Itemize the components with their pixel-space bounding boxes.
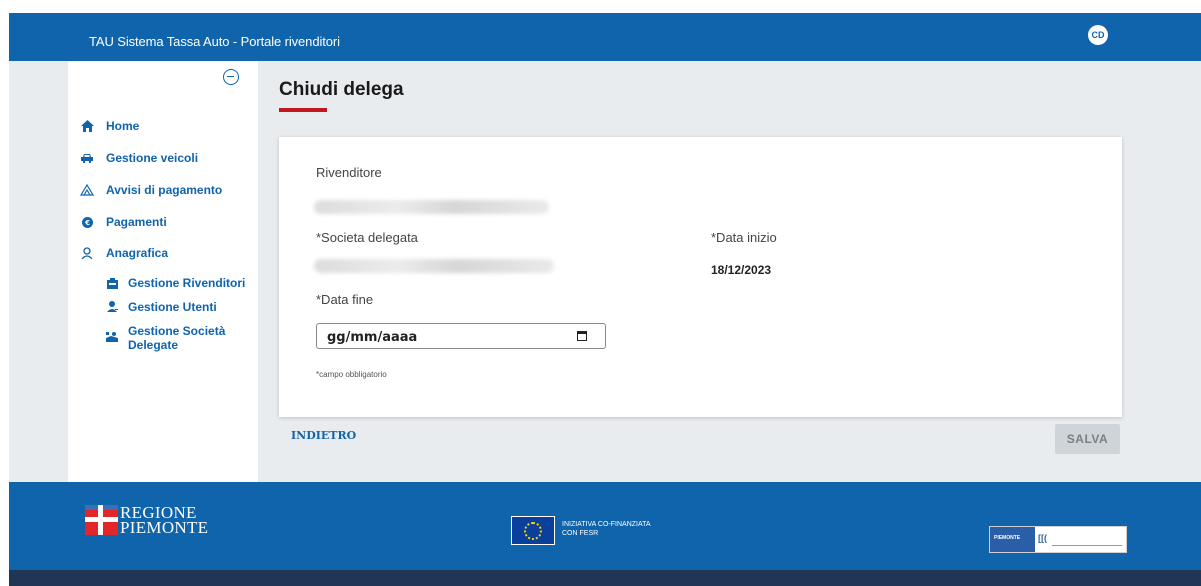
rivenditore-label: Rivenditore — [316, 165, 382, 180]
sidebar-item-anagrafica[interactable]: Anagrafica — [80, 246, 168, 260]
app-frame: TAU Sistema Tassa Auto - Portale rivendi… — [9, 13, 1201, 586]
rivenditore-value-redacted — [314, 200, 549, 214]
sidebar-item-label: Gestione veicoli — [106, 151, 199, 165]
societa-delegata-value-redacted — [314, 259, 554, 273]
footer: REGIONE PIEMONTE INIZIATIVA CO-FINANZIAT… — [9, 482, 1201, 570]
top-bar: TAU Sistema Tassa Auto - Portale rivendi… — [9, 13, 1201, 61]
regione-piemonte-logo: REGIONE PIEMONTE — [85, 504, 209, 537]
home-icon — [80, 119, 94, 133]
data-inizio-label: *Data inizio — [711, 230, 777, 245]
eu-text-line1: INIZIATIVA CO-FINANZIATA — [562, 521, 651, 528]
calendar-icon[interactable] — [577, 331, 587, 341]
app-title: TAU Sistema Tassa Auto - Portale rivendi… — [89, 34, 340, 49]
user-icon — [80, 246, 94, 260]
handshake-icon — [106, 330, 118, 344]
data-fine-placeholder: gg/mm/aaaa — [327, 330, 418, 345]
title-underline — [279, 108, 327, 112]
sidebar-item-label: Avvisi di pagamento — [106, 183, 223, 197]
document-icon — [80, 183, 94, 197]
eu-text-line2: CON FESR — [562, 530, 599, 537]
sidebar-subitem-gestione-societa-delegate[interactable]: Gestione Società Delegate — [106, 324, 225, 352]
eu-flag-icon — [511, 516, 555, 545]
car-icon — [80, 151, 94, 165]
page-title: Chiudi delega — [279, 79, 404, 100]
collapse-sidebar-icon[interactable] — [223, 69, 239, 85]
data-inizio-value: 18/12/2023 — [711, 263, 772, 277]
svg-text:€: € — [84, 219, 90, 227]
sidebar-subitem-label: Gestione Utenti — [128, 300, 217, 314]
sidebar-item-label: Pagamenti — [106, 215, 167, 229]
sidebar-subitem-label: Gestione Rivenditori — [128, 276, 246, 290]
eu-fesr-text: INIZIATIVA CO-FINANZIATA CON FESR — [562, 520, 651, 538]
sidebar-item-label: Home — [106, 119, 140, 133]
store-icon — [106, 276, 118, 290]
sidebar-item-pagamenti[interactable]: € Pagamenti — [80, 215, 167, 229]
sidebar-item-avvisi-di-pagamento[interactable]: Avvisi di pagamento — [80, 183, 222, 197]
sidebar-item-label: Anagrafica — [106, 246, 169, 260]
back-link[interactable]: INDIETRO — [291, 429, 356, 442]
societa-delegata-label: *Societa delegata — [316, 230, 418, 245]
user-avatar[interactable]: CD — [1088, 25, 1108, 45]
data-fine-input[interactable]: gg/mm/aaaa — [316, 323, 606, 349]
footer-bottom-bar — [9, 570, 1201, 586]
sidebar-item-gestione-veicoli[interactable]: Gestione veicoli — [80, 151, 198, 165]
euro-icon: € — [80, 215, 94, 229]
sidebar-subitem-label: Gestione Società Delegate — [128, 324, 225, 352]
regione-text-line2: PIEMONTE — [120, 518, 209, 537]
required-note: *campo obbligatorio — [316, 370, 387, 379]
user-add-icon — [106, 300, 118, 314]
sidebar-subitem-label-line1: Gestione Società — [128, 324, 226, 338]
regione-flag-icon — [85, 505, 118, 535]
sidebar-item-home[interactable]: Home — [80, 119, 139, 133]
form-card: Rivenditore *Societa delegata *Data iniz… — [279, 137, 1122, 417]
sidebar-subitem-gestione-utenti[interactable]: Gestione Utenti — [106, 300, 217, 314]
sidebar-subitem-gestione-rivenditori[interactable]: Gestione Rivenditori — [106, 276, 245, 290]
save-button[interactable]: SALVA — [1055, 424, 1120, 454]
data-fine-label: *Data fine — [316, 292, 374, 307]
piemonte-partner-logo: PIEMONTE [[( — [989, 526, 1127, 553]
sidebar: Home Gestione veicoli Avvisi di pagament… — [68, 61, 258, 482]
sidebar-subitem-label-line2: Delegate — [128, 338, 179, 352]
